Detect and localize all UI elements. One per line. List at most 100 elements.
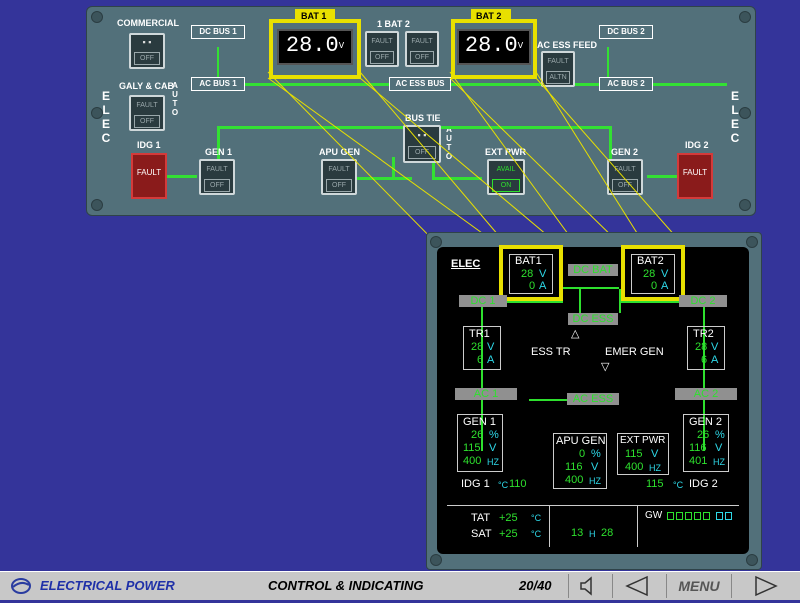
ecam-ac1-bus: AC 1 [455,388,517,400]
ecam-tat-unit: °C [531,513,542,523]
dc2-bat-link [619,301,679,303]
ac-bus1-label: AC BUS 1 [191,77,245,91]
commercial-label: COMMERCIAL [117,18,179,28]
apu-gen-fault-light: FAULT [328,166,350,173]
gen2-button[interactable]: FAULT OFF [607,159,643,195]
bat2-voltage: 28.0 [464,33,518,58]
ecam-gen2-volt-unit: V [715,442,723,454]
ecam-sat-label: SAT [471,528,492,540]
ecam-idg2-temp: 115 [646,478,664,490]
idg1-guarded-button[interactable]: FAULT [131,153,167,199]
idg2-guarded-button[interactable]: FAULT [677,153,713,199]
ecam-tr2-volt: 28 [695,341,708,353]
ecam-screen: ELEC BAT1 28 V 0 A BAT2 28 V 0 A DC BAT … [437,245,749,554]
ecam-apu-gen-freq: 400 [565,474,584,486]
bat1-button[interactable]: FAULT OFF [365,31,399,67]
ecam-tr1-amp: 6 [477,354,484,366]
ecam-ext-pwr-label: EXT PWR [620,435,666,446]
ecam-screw [430,236,442,248]
ecam-bat1-amp-unit: A [539,280,547,292]
ecam-apu-gen-volt: 116 [565,461,583,473]
next-arrow-icon [755,575,778,597]
ecam-bat2-amp-unit: A [661,280,669,292]
ecam-sat-value: +25 [499,528,518,540]
ecam-ext-pwr-volt-unit: V [651,448,659,460]
ecam-tr1-amp-unit: A [487,354,495,366]
bat2-off-light: OFF [410,51,434,64]
ext-pwr-label: EXT PWR [485,147,527,157]
ecam-time-minutes: 28 [601,527,614,539]
ecam-ac2-bus: AC 2 [675,388,737,400]
ecam-apu-gen-label: APU GEN [556,435,606,447]
apu-gen-button[interactable]: FAULT OFF [321,159,357,195]
bus-tie-label: BUS TIE [405,113,441,123]
ecam-idg2-label: IDG 2 [689,478,718,490]
ecam-gw-label: GW [645,510,663,521]
menu-button[interactable]: MENU [666,574,732,598]
ecam-ext-pwr-freq-unit: HZ [649,463,661,473]
ecam-dc1-bus: DC 1 [459,295,507,307]
ecam-bat2-amp: 0 [651,280,658,292]
ecam-apu-gen-load: 0 [579,448,586,460]
dc-bus2-label: DC BUS 2 [599,25,653,39]
ecam-ext-pwr-freq: 400 [625,461,644,473]
sound-button[interactable] [568,574,608,598]
ecam-tat-value: +25 [499,512,518,524]
ecam-tr1-volt: 28 [471,341,484,353]
panel-screw [91,199,103,211]
elec-vertical-label-left: E L E C [101,89,111,145]
ac-ess-feed-fault-light: FAULT [547,58,569,65]
ecam-idg1-temp: 110 [509,478,527,490]
module-title: ELECTRICAL POWER [40,578,175,593]
commercial-button[interactable]: ▪ ▪ OFF [129,33,165,69]
panel-screw [739,107,751,119]
apu-gen-off-light: OFF [326,179,352,192]
previous-arrow-icon [625,575,648,597]
bus-tie-auto-label: A U T O [445,125,453,161]
ecam-tr2-volt-unit: V [711,341,719,353]
ac-bus2-label: AC BUS 2 [599,77,653,91]
dc1-bat-link [503,301,563,303]
ecam-bat1-volt: 28 [521,268,534,280]
panel-screw [739,199,751,211]
gen1-off-light: OFF [204,179,230,192]
ecam-screw [430,554,442,566]
ecam-screw [746,554,758,566]
bus-tie-button[interactable]: ▪ ▪ OFF [403,125,441,163]
previous-button[interactable] [612,574,662,598]
ecam-ext-pwr-volt: 115 [625,448,643,460]
ecam-dc-ess-bus: DC ESS [568,313,618,325]
idg2-fault-light: FAULT [682,168,708,177]
ecam-idg2-temp-unit: °C [673,480,684,490]
ecam-time-h-unit: H [589,529,596,539]
speaker-icon [580,576,592,596]
gen1-button[interactable]: FAULT OFF [199,159,235,195]
next-button[interactable] [736,574,792,598]
bus-tie-off-light: OFF [408,146,436,159]
ecam-status-divider [447,505,739,506]
ecam-gen2-volt: 116 [689,442,707,454]
ecam-bat2-volt: 28 [643,268,656,280]
idg2-link-line [647,175,677,178]
ecam-dc-bat-bus: DC BAT [568,264,618,276]
bat1-voltage: 28.0 [285,33,339,58]
bat1-off-light: OFF [370,51,394,64]
ecam-gen1-freq: 400 [463,455,482,467]
ecam-tat-label: TAT [471,512,491,524]
page-counter: 20/40 [519,578,552,593]
ecam-bat2-volt-unit: V [661,268,669,280]
menu-label: MENU [678,578,720,594]
bat1-volt-unit: V [338,41,345,51]
ext-pwr-button[interactable]: AVAIL ON [487,159,525,195]
ecam-gen2-load-unit: % [715,429,725,441]
ecam-gen1-label: GEN 1 [463,416,497,428]
panel-screw [739,11,751,23]
ecam-gen1-volt-unit: V [489,442,497,454]
galy-cab-button[interactable]: FAULT OFF [129,95,165,131]
ac-ess-feed-button[interactable]: FAULT ALTN [541,51,575,87]
module-logo-icon [11,578,31,594]
ecam-tr1-volt-unit: V [487,341,495,353]
bat2-button[interactable]: FAULT OFF [405,31,439,67]
bat2-fault-light: FAULT [411,38,433,45]
ecam-gen2-freq-unit: HZ [713,457,725,467]
